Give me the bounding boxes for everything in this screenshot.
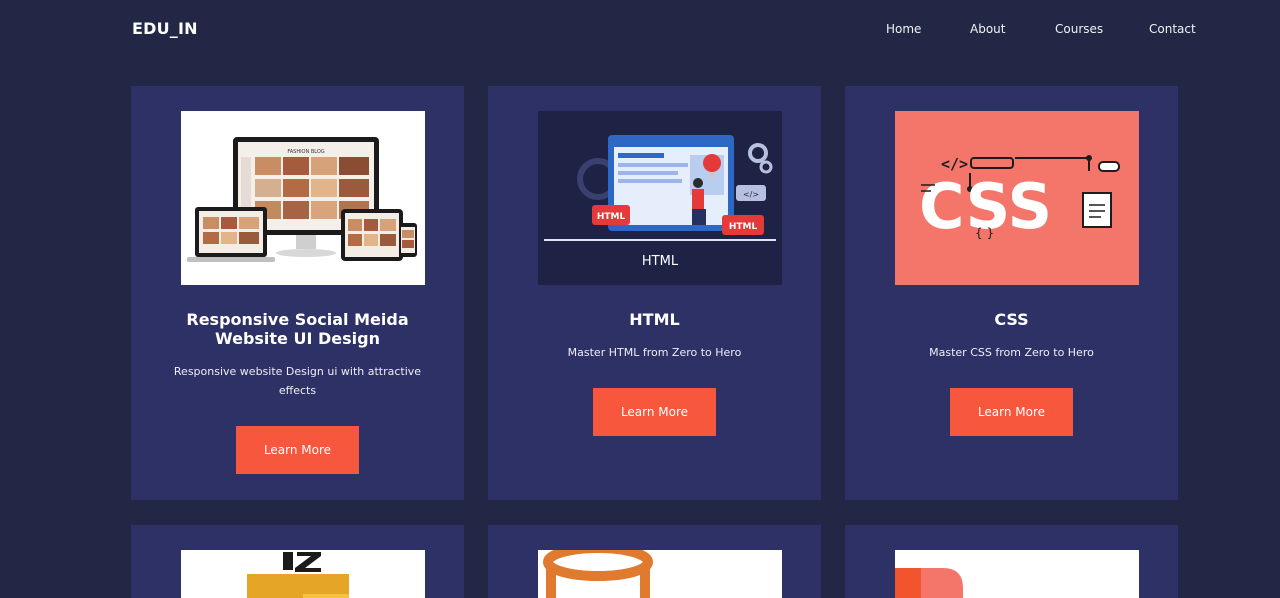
course-card-css: </> CSS { } CSS Master CSS from Zero to … <box>845 86 1178 500</box>
course-description: Master HTML from Zero to Hero <box>567 346 742 359</box>
course-image-css: </> CSS { } <box>895 111 1139 285</box>
learn-more-button[interactable]: Learn More <box>593 388 716 436</box>
image-text: FASHION BLOG <box>287 149 324 155</box>
course-card <box>488 525 821 598</box>
course-card-responsive-ui: FASHION BLOG Responsive Social Meida Web… <box>131 86 464 500</box>
course-card <box>131 525 464 598</box>
brand-logo[interactable]: EDU_IN <box>132 19 198 38</box>
course-description-line: effects <box>278 384 317 397</box>
nav-link-home[interactable]: Home <box>886 22 921 36</box>
learn-more-button[interactable]: Learn More <box>950 388 1073 436</box>
nav-link-about[interactable]: About <box>970 22 1005 36</box>
course-description: Master CSS from Zero to Hero <box>929 346 1094 359</box>
course-image-db <box>538 550 782 598</box>
course-image-devices: FASHION BLOG <box>181 111 425 285</box>
course-title: HTML <box>629 310 680 329</box>
course-image-js <box>181 550 425 598</box>
nav-link-contact[interactable]: Contact <box>1149 22 1196 36</box>
course-image-html: HTML HTML </> HTML <box>538 111 782 285</box>
svg-text:{ }: { } <box>975 226 994 240</box>
navbar: EDU_IN Home About Courses Contact <box>0 0 1280 60</box>
course-description-line: Responsive website Design ui with attrac… <box>173 365 422 378</box>
image-caption: HTML <box>642 254 679 269</box>
image-badge: HTML <box>597 212 626 222</box>
course-title-line: Website UI Design <box>215 329 380 348</box>
learn-more-button[interactable]: Learn More <box>236 426 359 474</box>
course-title-line: Responsive Social Meida <box>186 310 409 329</box>
course-title: Responsive Social Meida Website UI Desig… <box>151 310 444 348</box>
course-card-html: HTML HTML </> HTML HTML Master HTML from… <box>488 86 821 500</box>
course-title: CSS <box>994 310 1029 329</box>
course-description: Responsive website Design ui with attrac… <box>161 362 434 400</box>
course-card <box>845 525 1178 598</box>
course-image-design <box>895 550 1139 598</box>
image-badge: HTML <box>729 222 758 232</box>
image-code: </> <box>743 190 759 199</box>
nav-link-courses[interactable]: Courses <box>1055 22 1103 36</box>
